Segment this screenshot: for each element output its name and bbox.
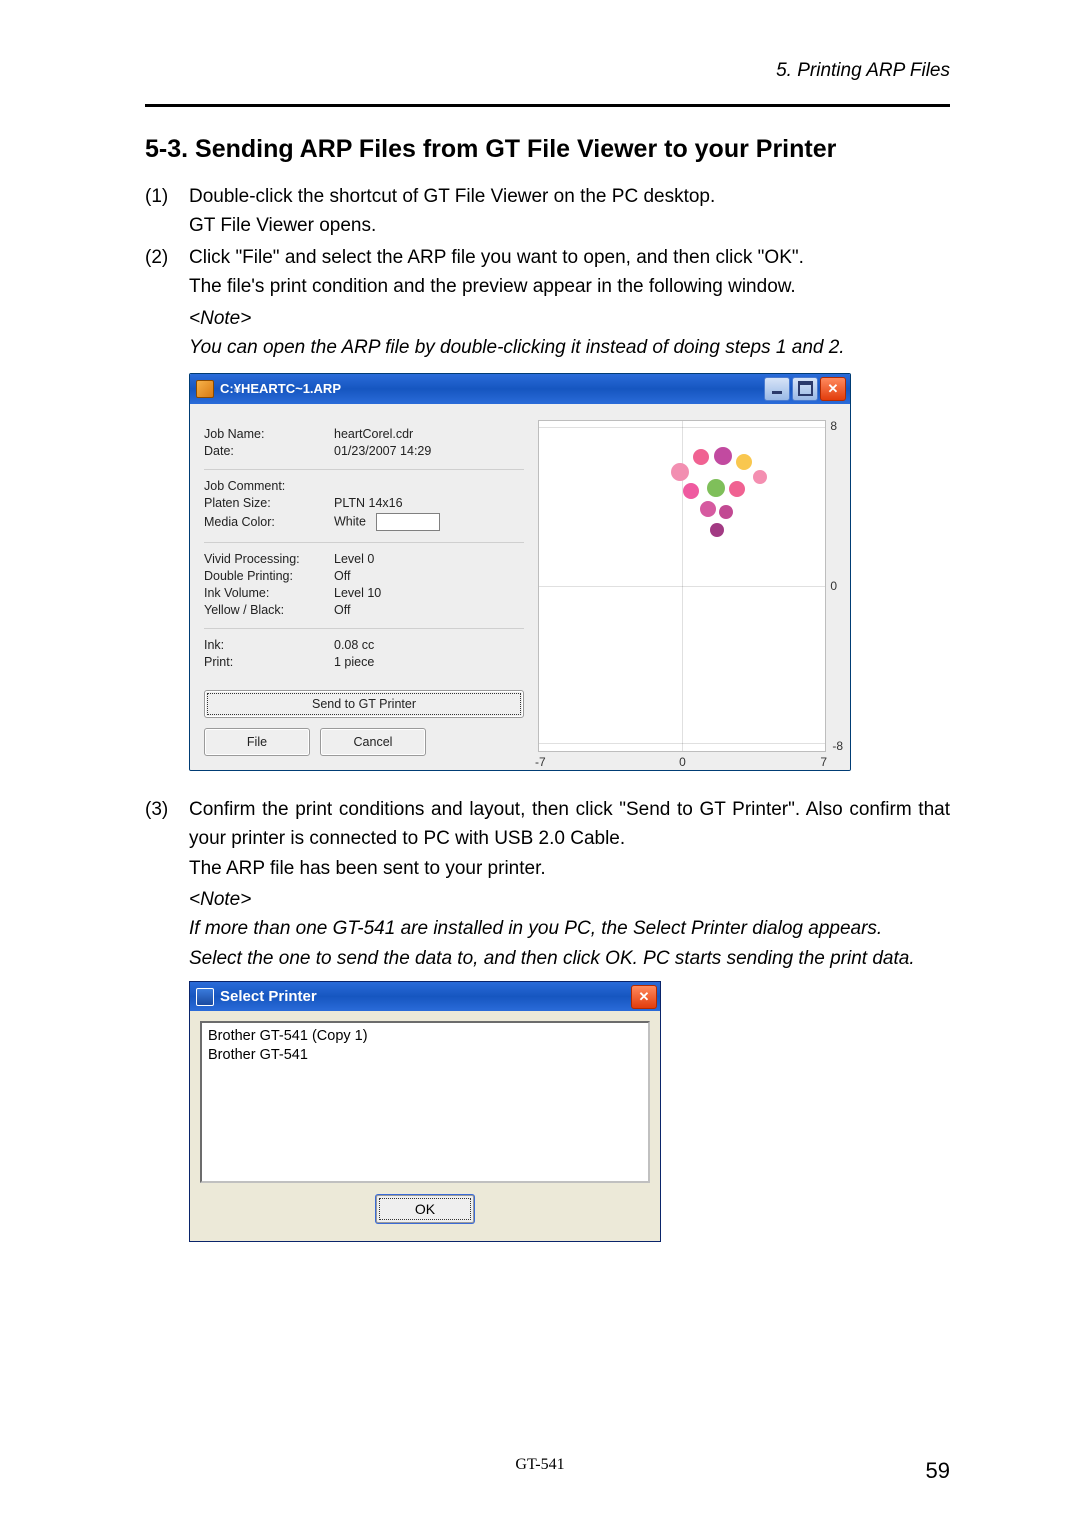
label-mediacolor: Media Color: bbox=[204, 515, 334, 529]
step-text: GT File Viewer opens. bbox=[189, 215, 376, 236]
file-viewer-window: C:¥HEARTC~1.ARP ✕ Job Name:heartCorel.cd… bbox=[189, 373, 851, 771]
note-label: <Note> bbox=[189, 885, 950, 914]
label-date: Date: bbox=[204, 444, 334, 458]
dialog-title: Select Printer bbox=[220, 988, 317, 1005]
label-double: Double Printing: bbox=[204, 569, 334, 583]
select-printer-dialog: Select Printer ✕ Brother GT-541 (Copy 1)… bbox=[189, 981, 661, 1242]
chapter-label: 5. Printing ARP Files bbox=[145, 60, 950, 82]
app-icon bbox=[196, 380, 214, 398]
label-print: Print: bbox=[204, 655, 334, 669]
window-title: C:¥HEARTC~1.ARP bbox=[220, 381, 341, 396]
x-mid-tick: 0 bbox=[679, 755, 686, 769]
printer-listbox[interactable]: Brother GT-541 (Copy 1) Brother GT-541 bbox=[200, 1021, 650, 1183]
value-ink: 0.08 cc bbox=[334, 638, 524, 652]
window-titlebar[interactable]: C:¥HEARTC~1.ARP ✕ bbox=[190, 374, 850, 404]
ok-button[interactable]: OK bbox=[376, 1195, 474, 1223]
y-mid-tick: 0 bbox=[830, 579, 837, 593]
x-min-tick: -7 bbox=[535, 755, 546, 769]
value-vivid: Level 0 bbox=[334, 552, 524, 566]
step-text: Double-click the shortcut of GT File Vie… bbox=[189, 186, 715, 207]
label-inkvol: Ink Volume: bbox=[204, 586, 334, 600]
step-text: The file's print condition and the previ… bbox=[189, 276, 796, 297]
value-yb: Off bbox=[334, 603, 524, 617]
step-number: (2) bbox=[145, 243, 189, 302]
note-body: You can open the ARP file by double-clic… bbox=[189, 333, 950, 362]
value-jobname: heartCorel.cdr bbox=[334, 427, 524, 441]
step-text: Confirm the print conditions and layout,… bbox=[189, 799, 950, 849]
step-3: (3) Confirm the print conditions and lay… bbox=[145, 795, 950, 883]
step-text: Click "File" and select the ARP file you… bbox=[189, 247, 804, 268]
page-number: 59 bbox=[926, 1458, 950, 1484]
note-body: If more than one GT-541 are installed in… bbox=[189, 914, 950, 943]
label-jobcomment: Job Comment: bbox=[204, 479, 334, 493]
label-yb: Yellow / Black: bbox=[204, 603, 334, 617]
note-body: Select the one to send the data to, and … bbox=[189, 944, 950, 973]
label-vivid: Vivid Processing: bbox=[204, 552, 334, 566]
value-platen: PLTN 14x16 bbox=[334, 496, 524, 510]
footer-model: GT-541 bbox=[0, 1456, 1080, 1474]
section-divider bbox=[145, 104, 950, 107]
close-button[interactable]: ✕ bbox=[631, 985, 657, 1009]
preview-artwork-icon bbox=[659, 440, 779, 552]
value-mediacolor: White bbox=[334, 514, 366, 528]
step-1: (1) Double-click the shortcut of GT File… bbox=[145, 182, 950, 241]
value-inkvol: Level 10 bbox=[334, 586, 524, 600]
step-number: (1) bbox=[145, 182, 189, 241]
x-max-tick: 7 bbox=[820, 755, 827, 769]
value-date: 01/23/2007 14:29 bbox=[334, 444, 524, 458]
list-item[interactable]: Brother GT-541 bbox=[208, 1046, 642, 1065]
dialog-titlebar[interactable]: Select Printer ✕ bbox=[190, 982, 660, 1011]
maximize-button[interactable] bbox=[792, 377, 818, 401]
label-ink: Ink: bbox=[204, 638, 334, 652]
step-text: The ARP file has been sent to your print… bbox=[189, 858, 546, 879]
y-bot-tick: -8 bbox=[832, 739, 843, 753]
file-button[interactable]: File bbox=[204, 728, 310, 756]
media-color-swatch bbox=[376, 513, 440, 531]
note-label: <Note> bbox=[189, 304, 950, 333]
step-number: (3) bbox=[145, 795, 189, 883]
close-button[interactable]: ✕ bbox=[820, 377, 846, 401]
cancel-button[interactable]: Cancel bbox=[320, 728, 426, 756]
label-platen: Platen Size: bbox=[204, 496, 334, 510]
dialog-icon bbox=[196, 988, 214, 1006]
list-item[interactable]: Brother GT-541 (Copy 1) bbox=[208, 1027, 642, 1046]
send-to-gt-printer-button[interactable]: Send to GT Printer bbox=[204, 690, 524, 718]
preview-plot: 8 0 -8 -7 0 7 bbox=[538, 420, 826, 752]
y-top-tick: 8 bbox=[830, 419, 837, 433]
minimize-button[interactable] bbox=[764, 377, 790, 401]
section-heading: 5-3. Sending ARP Files from GT File View… bbox=[145, 135, 950, 164]
value-double: Off bbox=[334, 569, 524, 583]
value-print: 1 piece bbox=[334, 655, 524, 669]
step-2: (2) Click "File" and select the ARP file… bbox=[145, 243, 950, 302]
label-jobname: Job Name: bbox=[204, 427, 334, 441]
